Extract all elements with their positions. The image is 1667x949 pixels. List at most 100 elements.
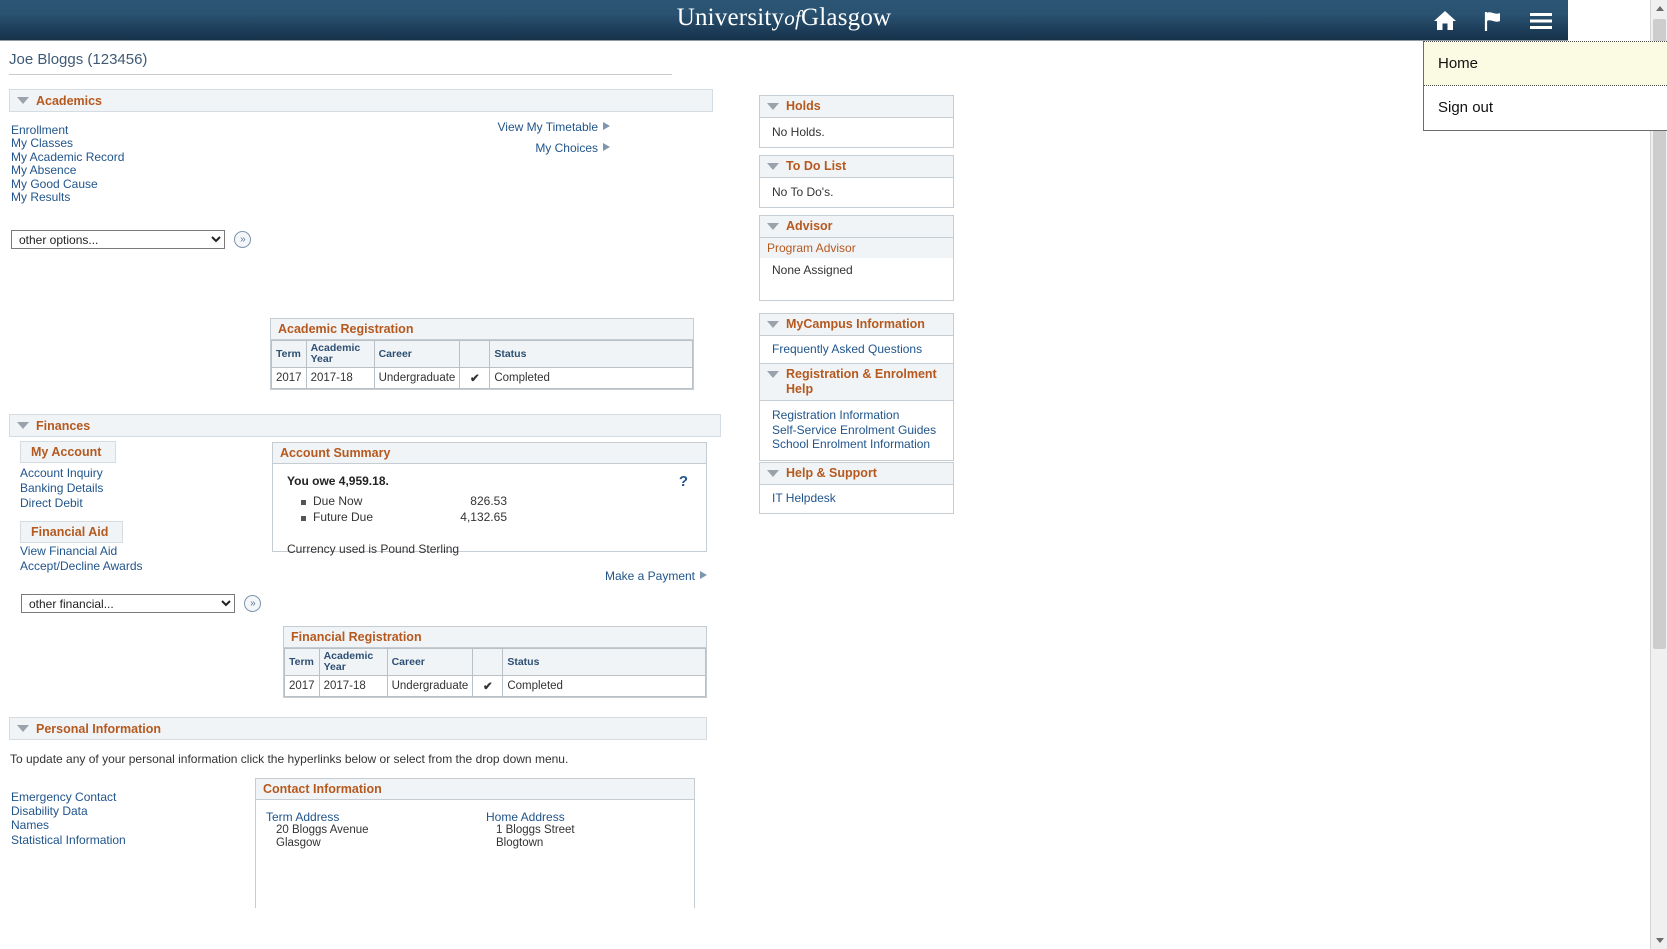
panel-title-registration-enrolment-help: Registration & Enrolment Help — [786, 367, 937, 396]
cell-career: Undergraduate — [386, 675, 474, 697]
finances-go-button[interactable]: » — [244, 594, 262, 612]
financial-registration-table: Financial Registration Term Academic Yea… — [283, 626, 707, 698]
column-status-icon — [459, 340, 491, 368]
future-due-label: Future Due — [313, 510, 374, 524]
collapse-triangle-icon — [17, 97, 29, 104]
column-academic-year: Academic Year — [318, 648, 388, 676]
cell-status: Completed — [502, 675, 706, 697]
link-account-inquiry[interactable]: Account Inquiry — [20, 466, 220, 481]
link-disability-data[interactable]: Disability Data — [11, 804, 231, 818]
link-frequently-asked-questions[interactable]: Frequently Asked Questions — [772, 342, 945, 356]
column-status-icon — [472, 648, 504, 676]
column-career: Career — [386, 648, 474, 676]
panel-header-advisor[interactable]: Advisor — [760, 216, 953, 238]
holds-status-text: No Holds. — [772, 125, 825, 139]
section-header-academics[interactable]: Academics — [9, 89, 713, 112]
link-my-results[interactable]: My Results — [11, 190, 271, 204]
panel-body-advisor: None Assigned — [760, 258, 953, 285]
checkmark-icon: ✔ — [472, 675, 504, 697]
contact-information-panel: Contact Information Term Address 20 Blog… — [255, 778, 695, 908]
section-header-personal-information[interactable]: Personal Information — [9, 717, 707, 740]
personal-information-note: To update any of your personal informati… — [10, 752, 569, 766]
academics-other-options-select[interactable]: other options... — [11, 230, 225, 249]
logo-word-of: of — [784, 6, 801, 30]
link-names[interactable]: Names — [11, 818, 231, 832]
link-accept-decline-awards[interactable]: Accept/Decline Awards — [20, 559, 240, 574]
user-name-and-id: Joe Bloggs (123456) — [9, 51, 672, 75]
link-enrollment[interactable]: Enrollment — [11, 123, 271, 137]
advisor-assignment-text: None Assigned — [772, 263, 853, 277]
finances-other-financial-select[interactable]: other financial... — [21, 594, 235, 613]
home-icon[interactable] — [1432, 8, 1458, 34]
link-my-academic-record[interactable]: My Academic Record — [11, 150, 271, 164]
app-header: UniversityofGlasgow — [0, 0, 1568, 41]
arrow-right-icon — [700, 571, 707, 579]
panel-header-holds[interactable]: Holds — [760, 96, 953, 118]
home-address-line-2: Blogtown — [496, 837, 544, 849]
link-registration-information[interactable]: Registration Information — [772, 408, 945, 423]
academics-link-list: Enrollment My Classes My Academic Record… — [11, 123, 271, 204]
scroll-down-button[interactable] — [1651, 932, 1667, 949]
academics-go-button[interactable]: » — [234, 230, 252, 248]
section-header-finances[interactable]: Finances — [9, 414, 721, 437]
link-emergency-contact[interactable]: Emergency Contact — [11, 790, 231, 804]
academic-registration-table: Academic Registration Term Academic Year… — [270, 318, 694, 390]
menu-item-sign-out[interactable]: Sign out — [1424, 86, 1667, 130]
future-due-row: Future Due 4,132.65 — [287, 510, 706, 524]
link-make-a-payment[interactable]: Make a Payment — [500, 567, 707, 585]
column-career: Career — [373, 340, 461, 368]
panel-header-to-do-list[interactable]: To Do List — [760, 156, 953, 178]
link-it-helpdesk[interactable]: IT Helpdesk — [772, 491, 945, 505]
term-address-title[interactable]: Term Address — [266, 810, 486, 824]
panel-registration-enrolment-help: Registration & Enrolment Help Registrati… — [759, 363, 954, 461]
university-of-glasgow-logo: UniversityofGlasgow — [0, 4, 1568, 32]
panel-holds: Holds No Holds. — [759, 95, 954, 148]
collapse-triangle-icon — [767, 321, 779, 328]
menu-item-home[interactable]: Home — [1424, 42, 1667, 86]
link-make-a-payment-label[interactable]: Make a Payment — [605, 569, 695, 583]
page-scrollbar[interactable] — [1650, 0, 1667, 949]
link-direct-debit[interactable]: Direct Debit — [20, 496, 220, 511]
panel-body-to-do-list: No To Do's. — [760, 178, 953, 207]
link-my-absence[interactable]: My Absence — [11, 163, 271, 177]
collapse-triangle-icon — [17, 725, 29, 732]
hamburger-menu-icon[interactable] — [1528, 8, 1554, 34]
arrow-right-icon — [603, 143, 610, 151]
link-view-my-timetable-label[interactable]: View My Timetable — [498, 120, 598, 134]
table-row: 2017 2017-18 Undergraduate ✔ Completed — [284, 675, 706, 697]
link-banking-details[interactable]: Banking Details — [20, 481, 220, 496]
panel-header-registration-enrolment-help[interactable]: Registration & Enrolment Help — [760, 364, 953, 401]
panel-mycampus-information: MyCampus Information Frequently Asked Qu… — [759, 313, 954, 366]
home-address-title[interactable]: Home Address — [486, 810, 686, 824]
scroll-up-button[interactable] — [1651, 0, 1667, 17]
cell-academic-year: 2017-18 — [318, 675, 388, 697]
panel-body-holds: No Holds. — [760, 118, 953, 147]
cell-status: Completed — [489, 367, 693, 389]
flag-icon[interactable] — [1480, 8, 1506, 34]
table-row: 2017 2017-18 Undergraduate ✔ Completed — [271, 367, 693, 389]
cell-academic-year: 2017-18 — [305, 367, 375, 389]
link-my-choices[interactable]: My Choices — [430, 139, 610, 157]
link-my-choices-label[interactable]: My Choices — [535, 141, 598, 155]
help-question-icon[interactable]: ? — [679, 473, 688, 490]
future-due-amount: 4,132.65 — [460, 510, 507, 524]
panel-advisor: Advisor Program Advisor None Assigned — [759, 215, 954, 301]
bullet-icon — [301, 516, 306, 521]
link-self-service-enrolment-guides[interactable]: Self-Service Enrolment Guides — [772, 423, 945, 438]
panel-header-mycampus-information[interactable]: MyCampus Information — [760, 314, 953, 336]
caret-down-icon — [1655, 938, 1664, 943]
account-summary-caption: Account Summary — [273, 443, 706, 464]
link-view-financial-aid[interactable]: View Financial Aid — [20, 544, 240, 559]
link-statistical-information[interactable]: Statistical Information — [11, 833, 231, 847]
link-my-classes[interactable]: My Classes — [11, 136, 271, 150]
link-school-enrolment-information[interactable]: School Enrolment Information — [772, 437, 945, 452]
panel-title-holds: Holds — [786, 99, 821, 113]
panel-body-help-support: IT Helpdesk — [760, 485, 953, 513]
collapse-triangle-icon — [767, 470, 779, 477]
link-view-my-timetable[interactable]: View My Timetable — [430, 118, 610, 136]
collapse-triangle-icon — [767, 103, 779, 110]
link-my-good-cause[interactable]: My Good Cause — [11, 177, 271, 191]
panel-header-help-support[interactable]: Help & Support — [760, 463, 953, 485]
panel-help-support: Help & Support IT Helpdesk — [759, 462, 954, 515]
section-title-personal-information: Personal Information — [36, 721, 162, 736]
